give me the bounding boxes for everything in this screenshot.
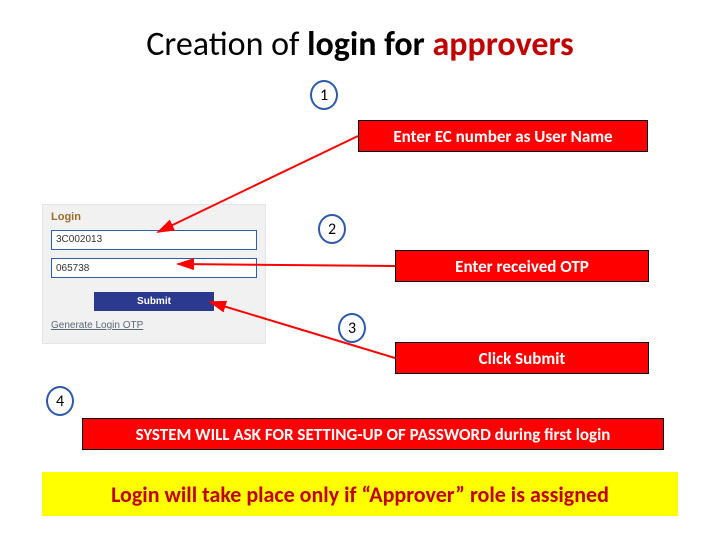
badge-4: 4: [46, 386, 74, 416]
callout-3: Click Submit: [395, 342, 649, 374]
badge-2-label: 2: [328, 220, 336, 239]
note-box: Login will take place only if “Approver”…: [42, 472, 678, 516]
login-panel: Login Submit Generate Login OTP: [42, 204, 266, 344]
badge-2: 2: [318, 214, 346, 244]
generate-otp-link[interactable]: Generate Login OTP: [51, 320, 143, 331]
callout-4-text: SYSTEM WILL ASK FOR SETTING-UP OF PASSWO…: [136, 424, 611, 445]
callout-1-text: Enter EC number as User Name: [393, 126, 612, 147]
slide-title: Creation of login for approvers: [0, 24, 720, 65]
submit-button[interactable]: Submit: [94, 292, 214, 311]
badge-3-label: 3: [348, 319, 356, 338]
callout-2-text: Enter received OTP: [455, 256, 589, 277]
badge-3: 3: [338, 313, 366, 343]
note-text: Login will take place only if “Approver”…: [111, 481, 609, 508]
title-mid: login for: [307, 24, 432, 65]
otp-input[interactable]: [51, 258, 257, 278]
title-highlight: approvers: [432, 24, 573, 65]
callout-2: Enter received OTP: [395, 250, 649, 282]
badge-1-label: 1: [320, 86, 328, 105]
callout-3-text: Click Submit: [479, 348, 566, 369]
callout-1: Enter EC number as User Name: [358, 120, 648, 152]
badge-1: 1: [310, 80, 338, 110]
callout-4: SYSTEM WILL ASK FOR SETTING-UP OF PASSWO…: [82, 418, 664, 450]
title-prefix: Creation of: [146, 24, 307, 65]
badge-4-label: 4: [56, 392, 64, 411]
username-input[interactable]: [51, 230, 257, 250]
login-heading: Login: [51, 211, 257, 223]
